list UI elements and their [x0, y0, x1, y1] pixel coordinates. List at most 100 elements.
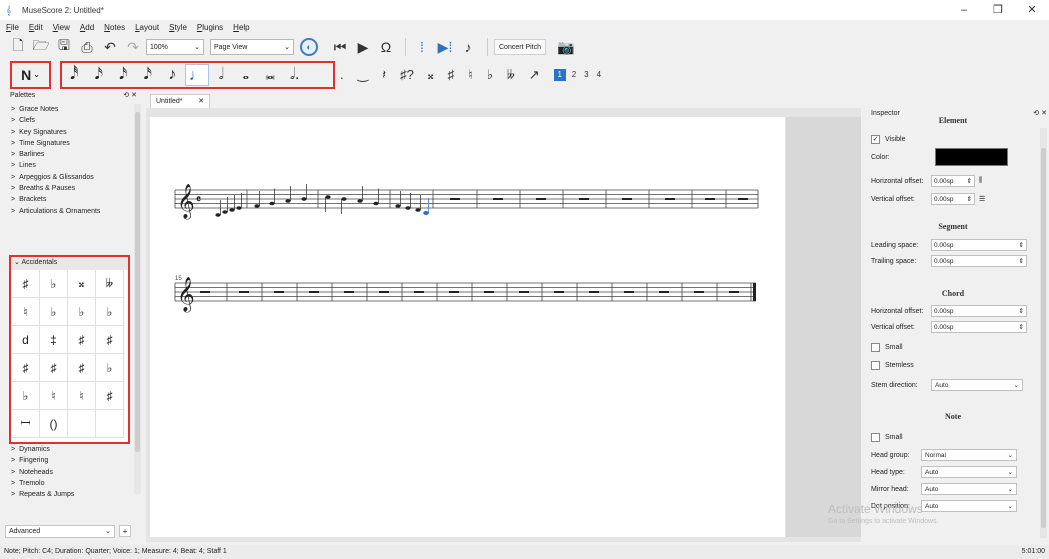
- chord-small-checkbox[interactable]: [871, 342, 880, 352]
- tie-button[interactable]: ‿: [358, 67, 368, 83]
- hoffset-spinbox[interactable]: 0.00sp ⇕: [931, 175, 975, 187]
- palette-grace-notes[interactable]: Grace Notes: [5, 104, 135, 115]
- new-file-icon[interactable]: 🗋: [8, 37, 28, 57]
- palette-clefs[interactable]: Clefs: [5, 115, 135, 126]
- concert-pitch-button[interactable]: Concert Pitch: [494, 39, 547, 55]
- align-icon[interactable]: ☰: [979, 195, 985, 203]
- duration-eighth[interactable]: ♪: [160, 66, 185, 84]
- close-icon[interactable]: ✕: [1041, 110, 1047, 117]
- minimize-button[interactable]: –: [947, 0, 981, 20]
- palette-noteheads[interactable]: Noteheads: [5, 467, 135, 478]
- chord-voffset-spinbox[interactable]: 0.00sp ⇕: [931, 321, 1027, 333]
- voice-2-button[interactable]: 2: [572, 70, 576, 79]
- loop-out-icon[interactable]: ▶⁞: [435, 37, 455, 57]
- head-group-select[interactable]: Normal ⌄: [921, 449, 1017, 461]
- duration-dotted[interactable]: 𝅗𝅥.: [283, 66, 308, 84]
- palette-arpeggios[interactable]: Arpeggios & Glissandos: [5, 172, 135, 183]
- rewind-icon[interactable]: ⏮: [330, 37, 350, 57]
- visible-checkbox[interactable]: ✓: [871, 134, 880, 144]
- play-icon[interactable]: ▶: [353, 37, 373, 57]
- palette-time-signatures[interactable]: Time Signatures: [5, 138, 135, 149]
- voice-4-button[interactable]: 4: [597, 70, 601, 79]
- color-swatch[interactable]: [935, 148, 1008, 166]
- menu-layout[interactable]: Layout: [135, 23, 159, 32]
- menu-help[interactable]: Help: [233, 23, 249, 32]
- palette-breaths[interactable]: Breaths & Pauses: [5, 183, 135, 194]
- note-small-checkbox[interactable]: [871, 432, 880, 442]
- menu-add[interactable]: Add: [80, 23, 94, 32]
- duration-16th-alt[interactable]: 𝅘𝅥𝅯: [136, 66, 161, 84]
- score-page[interactable]: 𝄞 𝄴 15 𝄞: [150, 117, 785, 537]
- view-mode-select[interactable]: Page View ⌄: [210, 39, 294, 55]
- stemless-checkbox[interactable]: [871, 360, 880, 370]
- score-tab[interactable]: Untitled* ✕: [150, 94, 210, 108]
- undock-icon[interactable]: ⟲: [123, 92, 129, 99]
- duration-whole[interactable]: 𝅝: [234, 66, 259, 84]
- natural-button[interactable]: ♮: [468, 67, 473, 83]
- maximize-button[interactable]: ❐: [981, 0, 1015, 20]
- metronome-icon[interactable]: ♪: [458, 37, 478, 57]
- close-tab-icon[interactable]: ✕: [198, 95, 204, 108]
- palette-dynamics[interactable]: Dynamics: [5, 444, 135, 455]
- save-icon[interactable]: 🖫: [54, 37, 74, 57]
- menu-plugins[interactable]: Plugins: [197, 23, 223, 32]
- palette-lines[interactable]: Lines: [5, 160, 135, 171]
- augmentation-dot-button[interactable]: .: [340, 67, 344, 82]
- close-icon[interactable]: ✕: [131, 92, 137, 99]
- palette-mode-select[interactable]: Advanced ⌄: [5, 524, 115, 538]
- palette-key-signatures[interactable]: Key Signatures: [5, 127, 135, 138]
- flip-direction-button[interactable]: ↗: [529, 67, 540, 83]
- redo-icon[interactable]: ↷: [123, 37, 143, 57]
- voffset-spinbox[interactable]: 0.00sp ⇕: [931, 193, 975, 205]
- palettes-scrollbar[interactable]: [134, 104, 141, 494]
- palette-tremolo[interactable]: Tremolo: [5, 478, 135, 489]
- menu-notes[interactable]: Notes: [104, 23, 125, 32]
- palette-articulations[interactable]: Articulations & Ornaments: [5, 206, 135, 217]
- duration-16th[interactable]: 𝅘𝅥𝅯: [111, 66, 136, 84]
- menu-file[interactable]: File: [6, 23, 19, 32]
- loop-icon[interactable]: Ω: [376, 37, 396, 57]
- trailing-spinbox[interactable]: 0.00sp ⇕: [931, 255, 1027, 267]
- midi-input-button[interactable]: ◐: [300, 38, 318, 56]
- palette-brackets[interactable]: Brackets: [5, 194, 135, 205]
- palette-barlines[interactable]: Barlines: [5, 149, 135, 160]
- print-icon[interactable]: ⎙: [77, 37, 97, 57]
- duration-32nd[interactable]: 𝅘𝅥𝅯: [87, 66, 112, 84]
- note-input-mode-button[interactable]: N ⌄: [11, 61, 50, 88]
- open-file-icon[interactable]: 🗁: [31, 37, 51, 57]
- hoffset-label: Horizontal offset:: [871, 177, 924, 185]
- inspector-scrollbar[interactable]: [1040, 128, 1047, 538]
- palette-repeats[interactable]: Repeats & Jumps: [5, 489, 135, 500]
- menu-style[interactable]: Style: [169, 23, 187, 32]
- chord-hoffset-spinbox[interactable]: 0.00sp ⇕: [931, 305, 1027, 317]
- menu-view[interactable]: View: [53, 23, 70, 32]
- menu-edit[interactable]: Edit: [29, 23, 43, 32]
- align-icon[interactable]: ⫼: [979, 177, 982, 185]
- zoom-select[interactable]: 100% ⌄: [146, 39, 204, 55]
- loop-in-icon[interactable]: ⁞: [412, 37, 432, 57]
- duration-breve[interactable]: 𝅜: [258, 66, 283, 84]
- flat-button[interactable]: ♭: [487, 67, 493, 83]
- image-capture-icon[interactable]: 📷: [556, 37, 576, 57]
- mirror-head-select[interactable]: Auto ⌄: [921, 483, 1017, 495]
- dot-position-select[interactable]: Auto ⌄: [921, 500, 1017, 512]
- chord-voffset-row: Vertical offset: 0.00sp ⇕: [871, 320, 1041, 334]
- palette-fingering[interactable]: Fingering: [5, 455, 135, 466]
- head-type-select[interactable]: Auto ⌄: [921, 466, 1017, 478]
- close-button[interactable]: ✕: [1015, 0, 1049, 20]
- duration-64th[interactable]: 𝅘𝅥𝅰: [62, 66, 87, 84]
- rest-button[interactable]: 𝄽: [382, 67, 386, 83]
- voice-1-button[interactable]: 1: [553, 68, 566, 81]
- add-palette-button[interactable]: +: [119, 525, 131, 537]
- flip-button[interactable]: ♯?: [400, 67, 414, 82]
- double-flat-button[interactable]: 𝄫: [507, 67, 515, 83]
- voice-3-button[interactable]: 3: [584, 70, 588, 79]
- stem-direction-select[interactable]: Auto ⌄: [931, 379, 1023, 391]
- undo-icon[interactable]: ↶: [100, 37, 120, 57]
- leading-spinbox[interactable]: 0.00sp ⇕: [931, 239, 1027, 251]
- voffset-value: 0.00sp: [934, 195, 954, 203]
- duration-quarter[interactable]: ♩: [184, 63, 209, 86]
- duration-half[interactable]: 𝅗𝅥: [209, 66, 234, 84]
- double-sharp-button[interactable]: 𝄪: [428, 67, 434, 83]
- sharp-button[interactable]: ♯: [448, 67, 455, 82]
